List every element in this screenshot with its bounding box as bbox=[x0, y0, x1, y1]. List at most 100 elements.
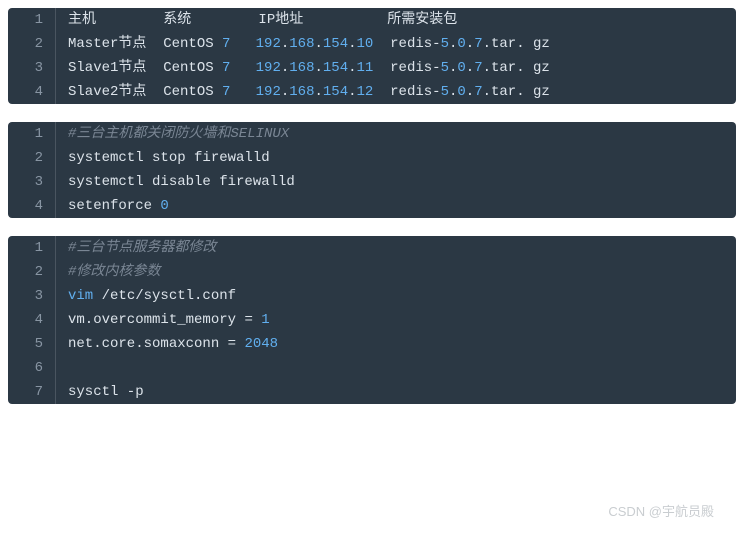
line-number: 2 bbox=[8, 32, 56, 56]
token: #三台主机都关闭防火墙和SELINUX bbox=[68, 126, 289, 142]
token: vm.overcommit_memory bbox=[68, 312, 244, 328]
line-number: 4 bbox=[8, 308, 56, 332]
code-content: Slave1节点 CentOS 7 192.168.154.11 redis-5… bbox=[56, 56, 736, 80]
token: 192 bbox=[256, 84, 281, 100]
code-content: Slave2节点 CentOS 7 192.168.154.12 redis-5… bbox=[56, 80, 736, 104]
token: redis- bbox=[373, 36, 440, 52]
code-block-2: 1 #三台主机都关闭防火墙和SELINUX 2systemctl stop fire… bbox=[8, 122, 736, 218]
code-line: 4Slave2节点 CentOS 7 192.168.154.12 redis-… bbox=[8, 80, 736, 104]
code-content: setenforce 0 bbox=[56, 194, 736, 218]
line-number: 3 bbox=[8, 170, 56, 194]
code-content: systemctl stop firewalld bbox=[56, 146, 736, 170]
token: 154 bbox=[323, 36, 348, 52]
code-line: 5net.core.somaxconn = 2048 bbox=[8, 332, 736, 356]
code-content: sysctl -p bbox=[56, 380, 736, 404]
line-number: 3 bbox=[8, 284, 56, 308]
token: . bbox=[348, 60, 356, 76]
code-content: #三台节点服务器都修改 bbox=[56, 236, 736, 260]
token: = bbox=[244, 312, 252, 328]
code-line: 3Slave1节点 CentOS 7 192.168.154.11 redis-… bbox=[8, 56, 736, 80]
token: redis- bbox=[373, 84, 440, 100]
token: 主机 系统 IP地址 所需安装包 bbox=[68, 12, 457, 28]
line-number: 1 bbox=[8, 236, 56, 260]
token: . bbox=[466, 60, 474, 76]
token: = bbox=[228, 336, 236, 352]
token: 192 bbox=[256, 36, 281, 52]
token: net.core.somaxconn bbox=[68, 336, 228, 352]
token: .tar. gz bbox=[483, 84, 550, 100]
code-line: 3 systemctl disable firewalld bbox=[8, 170, 736, 194]
code-line: 2 #修改内核参数 bbox=[8, 260, 736, 284]
token: 10 bbox=[357, 36, 374, 52]
code-content: #三台主机都关闭防火墙和SELINUX bbox=[56, 122, 736, 146]
token: 2048 bbox=[244, 336, 278, 352]
token: 0 bbox=[457, 84, 465, 100]
code-line: 1 #三台主机都关闭防火墙和SELINUX bbox=[8, 122, 736, 146]
line-number: 4 bbox=[8, 194, 56, 218]
token: 0 bbox=[457, 36, 465, 52]
token: Slave1节点 CentOS bbox=[68, 60, 222, 76]
code-content: net.core.somaxconn = 2048 bbox=[56, 332, 736, 356]
line-number: 3 bbox=[8, 56, 56, 80]
token: vim bbox=[68, 288, 93, 304]
code-line: 1 主机 系统 IP地址 所需安装包 bbox=[8, 8, 736, 32]
code-line: 4setenforce 0 bbox=[8, 194, 736, 218]
code-content: systemctl disable firewalld bbox=[56, 170, 736, 194]
token bbox=[230, 84, 255, 100]
code-content: 主机 系统 IP地址 所需安装包 bbox=[56, 8, 736, 32]
token: . bbox=[466, 84, 474, 100]
token: 5 bbox=[441, 60, 449, 76]
token: redis- bbox=[373, 60, 440, 76]
watermark-text: CSDN @宇航员殿 bbox=[608, 501, 714, 520]
code-content: vim /etc/sysctl.conf bbox=[56, 284, 736, 308]
token: 7 bbox=[474, 60, 482, 76]
line-number: 1 bbox=[8, 122, 56, 146]
line-number: 4 bbox=[8, 80, 56, 104]
code-content: #修改内核参数 bbox=[56, 260, 736, 284]
code-line: 2Master节点 CentOS 7 192.168.154.10 redis-… bbox=[8, 32, 736, 56]
token: .tar. gz bbox=[483, 60, 550, 76]
token bbox=[230, 36, 255, 52]
code-block-1: 1 主机 系统 IP地址 所需安装包 2 Master节点 CentOS 7 192.… bbox=[8, 8, 736, 104]
token: Slave2节点 CentOS bbox=[68, 84, 222, 100]
token: . bbox=[315, 84, 323, 100]
token: 154 bbox=[323, 60, 348, 76]
token bbox=[230, 60, 255, 76]
code-line: 7 sysctl -p bbox=[8, 380, 736, 404]
token: 0 bbox=[160, 198, 168, 214]
code-line: 3vim /etc/sysctl.conf bbox=[8, 284, 736, 308]
token: 0 bbox=[457, 60, 465, 76]
token: 7 bbox=[474, 36, 482, 52]
token: 12 bbox=[357, 84, 374, 100]
token: . bbox=[315, 60, 323, 76]
token: #修改内核参数 bbox=[68, 264, 160, 280]
token: . bbox=[466, 36, 474, 52]
token: . bbox=[315, 36, 323, 52]
token: sysctl -p bbox=[68, 384, 144, 400]
token: 5 bbox=[441, 84, 449, 100]
line-number: 7 bbox=[8, 380, 56, 404]
token: setenforce bbox=[68, 198, 160, 214]
code-line: 2systemctl stop firewalld bbox=[8, 146, 736, 170]
code-content: vm.overcommit_memory = 1 bbox=[56, 308, 736, 332]
token: 7 bbox=[474, 84, 482, 100]
token: #三台节点服务器都修改 bbox=[68, 240, 216, 256]
token: 168 bbox=[289, 60, 314, 76]
token: Master节点 CentOS bbox=[68, 36, 222, 52]
token: . bbox=[348, 36, 356, 52]
code-content bbox=[56, 356, 736, 380]
code-line: 4vm.overcommit_memory = 1 bbox=[8, 308, 736, 332]
line-number: 5 bbox=[8, 332, 56, 356]
token: systemctl disable firewalld bbox=[68, 174, 295, 190]
line-number: 2 bbox=[8, 260, 56, 284]
token bbox=[253, 312, 261, 328]
token: 154 bbox=[323, 84, 348, 100]
line-number: 1 bbox=[8, 8, 56, 32]
token: 11 bbox=[357, 60, 374, 76]
line-number: 2 bbox=[8, 146, 56, 170]
token: 168 bbox=[289, 36, 314, 52]
token: . bbox=[348, 84, 356, 100]
token: /etc/sysctl.conf bbox=[93, 288, 236, 304]
code-block-3: 1#三台节点服务器都修改2#修改内核参数3vim /etc/sysctl.con… bbox=[8, 236, 736, 404]
line-number: 6 bbox=[8, 356, 56, 380]
